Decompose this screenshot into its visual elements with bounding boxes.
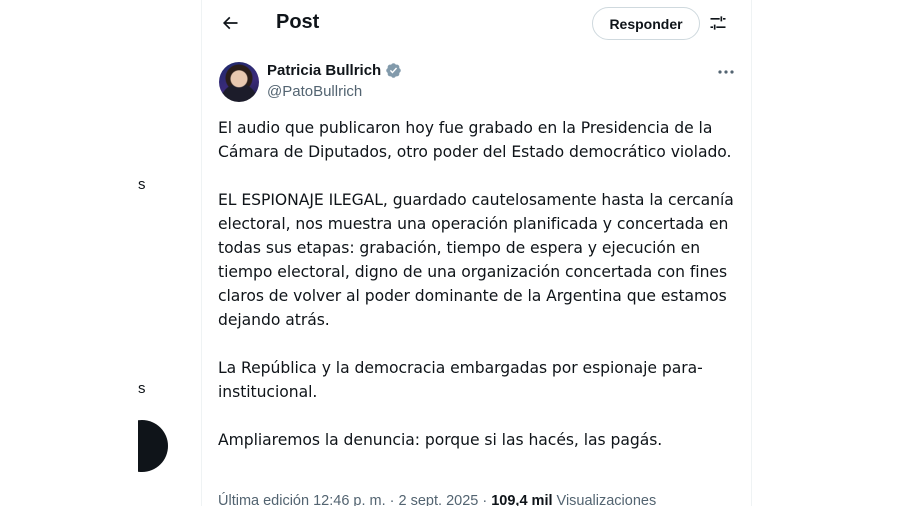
views-count: 109,4 mil [491, 493, 553, 506]
more-icon [718, 70, 734, 74]
verified-badge-icon [385, 62, 402, 79]
sidebar-fragment[interactable]: s [138, 380, 146, 397]
tweet-meta: Última edición 12:46 p. m. · 2 sept. 202… [218, 493, 656, 506]
sidebar-fragment[interactable]: s [138, 176, 146, 193]
settings-icon [710, 16, 726, 30]
page-title: Post [276, 11, 320, 33]
reply-button[interactable]: Responder [592, 7, 700, 40]
post-button-fragment[interactable] [138, 420, 168, 472]
tweet-text: El audio que publicaron hoy fue grabado … [218, 116, 738, 476]
tweet-paragraph: La República y la democracia embargadas … [218, 359, 703, 401]
author-name[interactable]: Patricia Bullrich [267, 62, 381, 79]
tweet-paragraph: EL ESPIONAJE ILEGAL, guardado cautelosam… [218, 191, 734, 329]
tweet-paragraph: El audio que publicaron hoy fue grabado … [218, 119, 732, 161]
main-column: Post Responder Patricia Bullrich @PatoBu… [201, 0, 752, 506]
author-name-row[interactable]: Patricia Bullrich [267, 62, 402, 79]
avatar[interactable] [219, 62, 259, 102]
more-button[interactable] [714, 62, 738, 82]
author-handle[interactable]: @PatoBullrich [267, 83, 362, 100]
settings-button[interactable] [706, 11, 730, 35]
back-button[interactable] [218, 11, 242, 35]
back-arrow-icon [222, 16, 238, 30]
tweet-paragraph: Ampliaremos la denuncia: porque si las h… [218, 431, 663, 449]
edited-timestamp[interactable]: Última edición 12:46 p. m. · 2 sept. 202… [218, 493, 491, 506]
header: Post Responder [202, 0, 751, 46]
views-label: Visualizaciones [552, 493, 657, 506]
